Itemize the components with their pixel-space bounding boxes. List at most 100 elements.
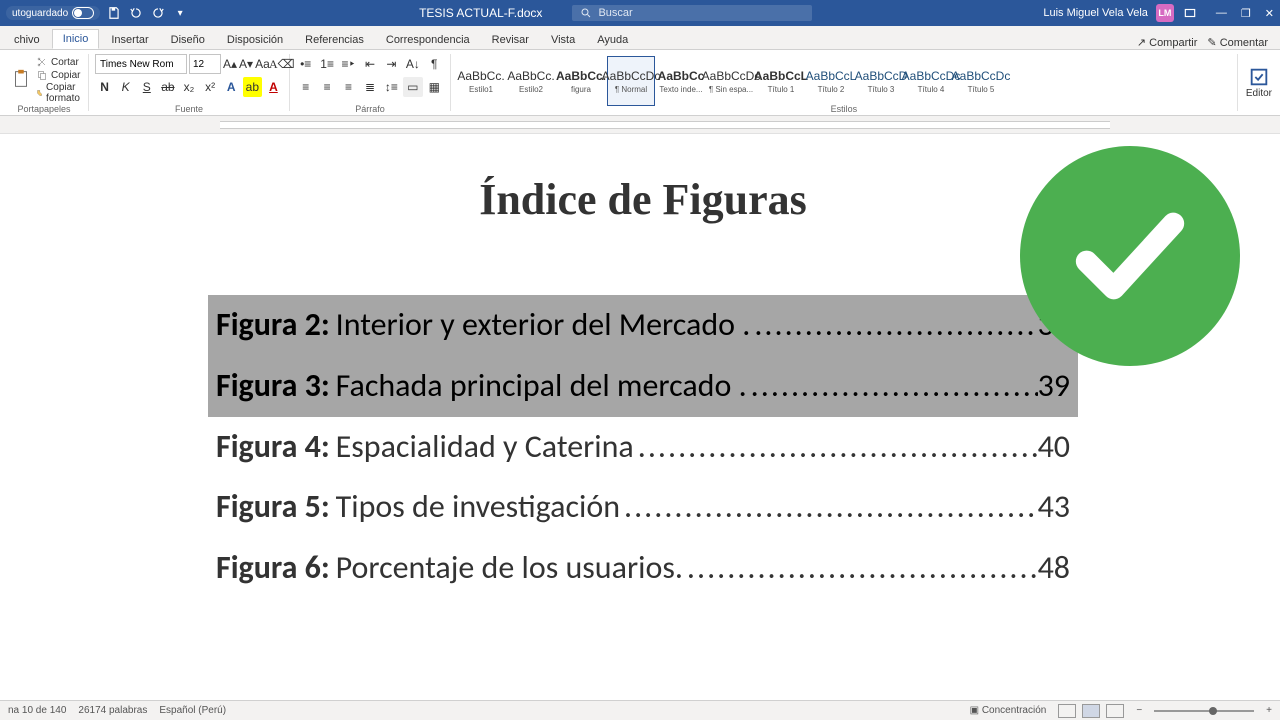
cut-button[interactable]: Cortar [36, 56, 85, 68]
line-spacing-icon[interactable]: ↕≡ [382, 77, 401, 97]
style-card[interactable]: AaBbCcDc¶ Normal [607, 56, 655, 106]
style-card[interactable]: AaBbCcDcTítulo 4 [907, 56, 955, 106]
italic-button[interactable]: K [116, 77, 135, 97]
style-preview: AaBbCcL [806, 69, 857, 83]
style-preview: AaBbCcDc [702, 69, 761, 83]
focus-mode-button[interactable]: ▣ Concentración [970, 705, 1047, 716]
highlight-icon[interactable]: ab [243, 77, 262, 97]
figure-entry[interactable]: Figura 6: Porcentaje de los usuarios. ..… [208, 538, 1078, 599]
tab-referencias[interactable]: Referencias [295, 31, 374, 49]
group-label-font: Fuente [89, 104, 289, 114]
redo-icon[interactable] [150, 5, 166, 21]
zoom-out-button[interactable]: − [1136, 705, 1142, 716]
font-size-input[interactable] [189, 54, 221, 74]
minimize-icon[interactable]: — [1216, 7, 1227, 20]
tab-ayuda[interactable]: Ayuda [587, 31, 638, 49]
style-card[interactable]: AaBbCcDTítulo 3 [857, 56, 905, 106]
clear-formatting-icon[interactable]: A⌫ [272, 54, 292, 74]
align-center-icon[interactable]: ≡ [317, 77, 336, 97]
align-right-icon[interactable]: ≡ [339, 77, 358, 97]
style-card[interactable]: AaBbCcTexto inde... [657, 56, 705, 106]
subscript-icon[interactable]: x₂ [179, 77, 198, 97]
status-page[interactable]: na 10 de 140 [8, 705, 66, 716]
style-card[interactable]: AaBbCc.Estilo1 [457, 56, 505, 106]
style-card[interactable]: AaBbCcLTítulo 1 [757, 56, 805, 106]
style-label: figura [558, 85, 604, 94]
ribbon-display-icon[interactable] [1182, 5, 1198, 21]
status-word-count[interactable]: 26174 palabras [78, 705, 147, 716]
status-language[interactable]: Español (Perú) [159, 705, 226, 716]
search-input[interactable]: Buscar [572, 5, 812, 21]
close-icon[interactable]: ✕ [1265, 7, 1274, 20]
tab-correspondencia[interactable]: Correspondencia [376, 31, 480, 49]
bold-button[interactable]: N [95, 77, 114, 97]
figure-entry[interactable]: Figura 4: Espacialidad y Caterina ......… [208, 417, 1078, 478]
ribbon-tablist: chivo Inicio Insertar Diseño Disposición… [0, 26, 1280, 50]
tab-vista[interactable]: Vista [541, 31, 585, 49]
borders-icon[interactable]: ▦ [425, 77, 444, 97]
leader-dots: ........................................… [683, 542, 1038, 595]
tab-revisar[interactable]: Revisar [482, 31, 539, 49]
qat-dropdown-icon[interactable]: ▾ [172, 5, 188, 21]
shrink-font-icon[interactable]: A▾ [239, 54, 253, 74]
increase-indent-icon[interactable]: ⇥ [382, 54, 401, 74]
justify-icon[interactable]: ≣ [360, 77, 379, 97]
group-label-styles: Estilos [451, 104, 1237, 114]
zoom-slider[interactable] [1154, 710, 1254, 712]
underline-button[interactable]: S [137, 77, 156, 97]
multilevel-list-icon[interactable]: ≡‣ [339, 54, 358, 74]
undo-icon[interactable] [128, 5, 144, 21]
grow-font-icon[interactable]: A▴ [223, 54, 237, 74]
view-print-icon[interactable] [1082, 704, 1100, 718]
tab-disposicion[interactable]: Disposición [217, 31, 293, 49]
shading-icon[interactable]: ▭ [403, 77, 422, 97]
copy-button[interactable]: Copiar [36, 69, 85, 81]
figure-entry[interactable]: Figura 3: Fachada principal del mercado … [208, 356, 1078, 417]
font-color-icon[interactable]: A [264, 77, 283, 97]
style-card[interactable]: AaBbCcDc¶ Sin espa... [707, 56, 755, 106]
style-card[interactable]: AaBbCcDcTítulo 5 [957, 56, 1005, 106]
horizontal-ruler[interactable] [0, 116, 1280, 134]
sort-icon[interactable]: A↓ [403, 54, 422, 74]
paste-button[interactable] [6, 54, 36, 104]
format-painter-button[interactable]: Copiar formato [36, 82, 85, 104]
figure-label: Figura 6: [216, 542, 330, 595]
autosave-switch-icon [72, 7, 94, 19]
style-preview: AaBbCcDc [952, 69, 1011, 83]
user-avatar[interactable]: LM [1156, 4, 1174, 22]
view-web-icon[interactable] [1106, 704, 1124, 718]
tab-archivo[interactable]: chivo [4, 31, 50, 49]
figure-text: Interior y exterior del Mercado . [336, 299, 751, 352]
status-bar: na 10 de 140 26174 palabras Español (Per… [0, 700, 1280, 720]
ribbon-body: Cortar Copiar Copiar formato Portapapele… [0, 50, 1280, 116]
strikethrough-icon[interactable]: ab [158, 77, 177, 97]
figure-entry[interactable]: Figura 5: Tipos de investigación .......… [208, 477, 1078, 538]
superscript-icon[interactable]: x² [201, 77, 220, 97]
share-button[interactable]: ↗ Compartir [1137, 36, 1198, 49]
tab-insertar[interactable]: Insertar [101, 31, 158, 49]
maximize-icon[interactable]: ❐ [1241, 7, 1251, 20]
comment-button[interactable]: ✎ Comentar [1207, 36, 1268, 49]
autosave-toggle[interactable]: utoguardado [6, 6, 100, 20]
zoom-in-button[interactable]: + [1266, 705, 1272, 716]
style-card[interactable]: AaBbCcLTítulo 2 [807, 56, 855, 106]
tab-inicio[interactable]: Inicio [52, 29, 100, 49]
bullets-icon[interactable]: •≡ [296, 54, 315, 74]
show-marks-icon[interactable]: ¶ [425, 54, 444, 74]
font-name-input[interactable] [95, 54, 187, 74]
title-bar: utoguardado ▾ TESIS ACTUAL-F.docx Buscar… [0, 0, 1280, 26]
figure-entry[interactable]: Figura 2: Interior y exterior del Mercad… [208, 295, 1078, 356]
view-read-icon[interactable] [1058, 704, 1076, 718]
style-card[interactable]: AaBbCc.Estilo2 [507, 56, 555, 106]
tab-diseno[interactable]: Diseño [161, 31, 215, 49]
style-card[interactable]: AaBbCc.figura [557, 56, 605, 106]
document-canvas[interactable]: Índice de Figuras Figura 2: Interior y e… [0, 134, 1280, 700]
align-left-icon[interactable]: ≡ [296, 77, 315, 97]
save-icon[interactable] [106, 5, 122, 21]
text-effects-icon[interactable]: A [222, 77, 241, 97]
numbering-icon[interactable]: 1≡ [317, 54, 336, 74]
editor-button[interactable]: Editor [1238, 50, 1280, 115]
decrease-indent-icon[interactable]: ⇤ [360, 54, 379, 74]
change-case-icon[interactable]: Aa [255, 54, 270, 74]
style-label: Título 1 [758, 85, 804, 94]
